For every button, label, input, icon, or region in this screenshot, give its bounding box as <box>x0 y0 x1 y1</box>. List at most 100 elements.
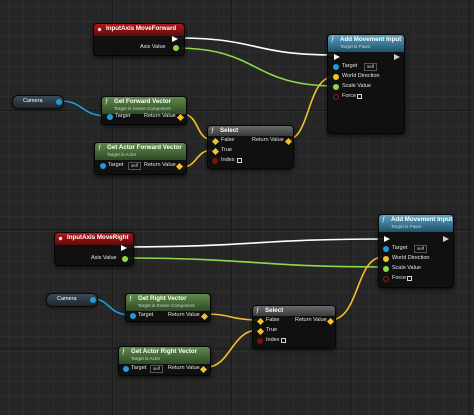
force-pin[interactable] <box>383 276 389 282</box>
true-label: True <box>221 147 233 153</box>
force-label: Force <box>342 93 357 99</box>
target-pin[interactable] <box>333 64 339 70</box>
scale-value-pin[interactable] <box>333 84 339 90</box>
get-right-vector-node[interactable]: ƒ Get Right Vector Target is Scene Compo… <box>125 293 211 322</box>
event-node-header: InputAxis MoveForward <box>94 24 184 36</box>
return-value-pin[interactable] <box>175 162 184 171</box>
call-node-header: ƒ Add Movement Input Target is Pawn <box>379 215 453 232</box>
index-label: Index <box>266 337 280 343</box>
node-title: Get Forward Vector <box>114 98 172 105</box>
index-checkbox[interactable] <box>281 338 286 343</box>
true-pin[interactable] <box>256 327 265 336</box>
self-box[interactable]: self <box>414 245 428 253</box>
node-title: Get Right Vector <box>138 295 187 302</box>
exec-out-pin[interactable] <box>443 236 449 242</box>
select-node-right[interactable]: ƒ Select False True Index Return Value <box>252 305 336 349</box>
axis-value-label: Axis Value <box>91 255 117 261</box>
node-title: Add Movement Input <box>340 36 402 43</box>
event-icon <box>97 27 102 32</box>
event-title: InputAxis MoveRight <box>67 234 129 241</box>
add-movement-input-node-forward[interactable]: ƒ Add Movement Input Target is Pawn Targ… <box>327 34 405 134</box>
force-label: Force <box>392 275 407 281</box>
scale-value-label: Scale Value <box>342 83 371 89</box>
return-value-pin[interactable] <box>284 137 293 146</box>
exec-out-pin[interactable] <box>394 54 400 60</box>
world-direction-pin[interactable] <box>383 256 389 262</box>
return-value-pin[interactable] <box>326 317 335 326</box>
function-icon: ƒ <box>256 308 260 314</box>
exec-in-pin[interactable] <box>384 236 390 242</box>
event-title: InputAxis MoveForward <box>106 25 177 32</box>
get-actor-right-vector-node[interactable]: ƒ Get Actor Right Vector Target is Actor… <box>118 346 211 376</box>
node-title: Get Actor Forward Vector <box>107 144 182 151</box>
self-box[interactable]: self <box>128 162 142 170</box>
axis-value-wire-forward[interactable] <box>175 47 337 87</box>
node-subtitle: Target is Pawn <box>391 224 422 229</box>
return-value-pin[interactable] <box>200 312 209 321</box>
right-vector-wire[interactable] <box>206 313 259 321</box>
function-node-header: ƒ Get Actor Right Vector Target is Actor <box>119 347 210 364</box>
function-icon: ƒ <box>129 296 133 302</box>
exec-wire-right[interactable] <box>123 238 384 248</box>
false-pin[interactable] <box>256 317 265 326</box>
exec-out-pin[interactable] <box>172 36 178 42</box>
target-pin[interactable] <box>130 313 136 319</box>
function-node-header: ƒ Get Forward Vector Target is Scene Com… <box>102 97 186 114</box>
event-icon <box>58 236 63 241</box>
return-value-label: Return Value <box>144 162 176 168</box>
force-checkbox[interactable] <box>407 276 412 281</box>
scale-value-label: Scale Value <box>392 265 421 271</box>
axis-value-wire-right[interactable] <box>123 257 384 268</box>
call-node-header: ƒ Add Movement Input Target is Pawn <box>328 35 404 52</box>
get-forward-vector-node[interactable]: ƒ Get Forward Vector Target is Scene Com… <box>101 96 187 125</box>
camera-variable-node-forward[interactable]: Camera <box>12 95 64 109</box>
self-box[interactable]: self <box>364 63 378 71</box>
target-label: Target <box>342 63 358 69</box>
target-pin[interactable] <box>383 246 389 252</box>
target-label: Target <box>392 245 408 251</box>
false-pin[interactable] <box>211 137 220 146</box>
node-subtitle: Target is Actor <box>131 356 161 361</box>
index-checkbox[interactable] <box>237 158 242 163</box>
axis-value-pin[interactable] <box>122 256 128 262</box>
index-pin[interactable] <box>212 158 218 164</box>
node-title: Get Actor Right Vector <box>131 348 198 355</box>
exec-wire-forward[interactable] <box>175 37 336 56</box>
function-node-header: ƒ Get Actor Forward Vector Target is Act… <box>95 143 186 160</box>
return-value-pin[interactable] <box>199 365 208 374</box>
axis-value-pin[interactable] <box>173 45 179 51</box>
return-value-pin[interactable] <box>176 113 185 122</box>
return-value-label: Return Value <box>295 317 327 323</box>
node-title: Select <box>265 307 284 314</box>
target-pin[interactable] <box>123 366 129 372</box>
force-checkbox[interactable] <box>357 94 362 99</box>
event-node-move-forward[interactable]: InputAxis MoveForward Axis Value <box>93 23 185 56</box>
camera-out-pin[interactable] <box>90 297 96 303</box>
target-pin[interactable] <box>107 114 113 120</box>
node-title: Add Movement Input <box>391 216 453 223</box>
false-label: False <box>221 137 235 143</box>
blueprint-graph-canvas[interactable]: InputAxis MoveForward Axis Value ƒ Add M… <box>0 0 474 415</box>
camera-label: Camera <box>57 296 77 302</box>
function-icon: ƒ <box>98 145 102 151</box>
camera-out-pin[interactable] <box>56 99 62 105</box>
select-node-forward[interactable]: ƒ Select False True Index Return Value <box>207 125 294 169</box>
camera-variable-node-right[interactable]: Camera <box>46 293 98 307</box>
actor-right-vector-wire[interactable] <box>206 329 259 368</box>
scale-value-pin[interactable] <box>383 266 389 272</box>
add-movement-input-node-right[interactable]: ƒ Add Movement Input Target is Pawn Targ… <box>378 214 454 288</box>
force-pin[interactable] <box>333 94 339 100</box>
node-subtitle: Target is Scene Component <box>138 303 195 308</box>
world-direction-pin[interactable] <box>333 74 339 80</box>
self-box[interactable]: self <box>150 365 164 373</box>
node-title: Select <box>220 127 239 134</box>
get-actor-forward-vector-node[interactable]: ƒ Get Actor Forward Vector Target is Act… <box>94 142 187 175</box>
index-pin[interactable] <box>257 338 263 344</box>
target-pin[interactable] <box>100 163 106 169</box>
event-node-move-right[interactable]: InputAxis MoveRight Axis Value <box>54 232 134 266</box>
node-subtitle: Target is Actor <box>107 152 137 157</box>
function-icon: ƒ <box>122 349 126 355</box>
exec-in-pin[interactable] <box>334 54 340 60</box>
true-pin[interactable] <box>211 147 220 156</box>
exec-out-pin[interactable] <box>121 245 127 251</box>
